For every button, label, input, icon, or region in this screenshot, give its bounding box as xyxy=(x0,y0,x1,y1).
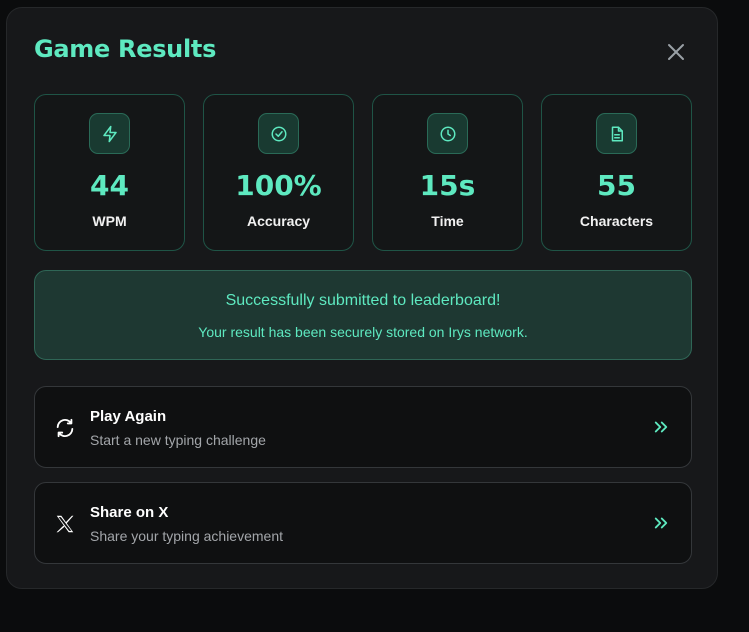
play-again-subtitle: Start a new typing challenge xyxy=(90,432,266,448)
double-chevron-right-icon xyxy=(654,517,668,529)
stat-icon-box xyxy=(596,113,637,154)
stat-icon-box xyxy=(258,113,299,154)
stat-icon-box xyxy=(427,113,468,154)
stat-card-characters: 55 Characters xyxy=(541,94,692,251)
time-label: Time xyxy=(431,213,464,229)
submission-headline: Successfully submitted to leaderboard! xyxy=(225,292,501,309)
accuracy-value: 100% xyxy=(235,169,322,202)
refresh-icon xyxy=(56,418,74,438)
characters-value: 55 xyxy=(597,169,636,202)
play-again-title: Play Again xyxy=(90,408,167,425)
wpm-label: WPM xyxy=(92,213,127,229)
stat-card-time: 15s Time xyxy=(372,94,523,251)
modal-title: Game Results xyxy=(34,35,217,63)
close-icon xyxy=(668,44,684,60)
play-again-button[interactable]: Play Again Start a new typing challenge xyxy=(34,386,692,468)
double-chevron-right-icon xyxy=(654,421,668,433)
check-circle-icon xyxy=(271,126,286,141)
lightning-icon xyxy=(102,125,117,142)
share-on-x-subtitle: Share your typing achievement xyxy=(90,528,283,544)
submission-success-banner: Successfully submitted to leaderboard! Y… xyxy=(34,270,692,360)
stat-card-wpm: 44 WPM xyxy=(34,94,185,251)
game-results-modal: Game Results 44 WPM 100% Accuracy 15s Ti… xyxy=(6,7,718,589)
stat-card-accuracy: 100% Accuracy xyxy=(203,94,354,251)
share-on-x-button[interactable]: Share on X Share your typing achievement xyxy=(34,482,692,564)
characters-label: Characters xyxy=(579,213,654,229)
stat-icon-box xyxy=(89,113,130,154)
x-logo-icon xyxy=(56,515,74,533)
document-icon xyxy=(611,126,623,141)
time-value: 15s xyxy=(419,169,476,202)
accuracy-label: Accuracy xyxy=(246,213,311,229)
submission-detail: Your result has been securely stored on … xyxy=(198,324,528,340)
share-on-x-title: Share on X xyxy=(90,504,169,521)
wpm-value: 44 xyxy=(90,169,129,202)
clock-icon xyxy=(440,126,455,141)
close-button[interactable] xyxy=(664,40,688,64)
